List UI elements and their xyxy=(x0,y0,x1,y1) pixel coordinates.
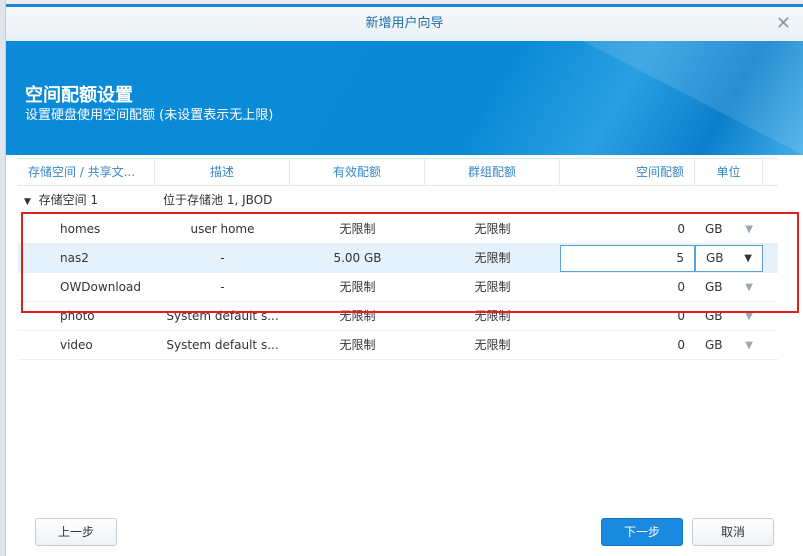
share-description: - xyxy=(220,280,225,294)
share-name: homes xyxy=(60,222,101,236)
table-header: 存储空间 / 共享文... 描述 有效配额 群组配额 空间配额 单位 xyxy=(18,158,778,186)
dialog-titlebar: 新增用户向导 ✕ xyxy=(6,7,803,41)
collapse-triangle-icon[interactable]: ▼ xyxy=(24,197,31,207)
space-quota-input[interactable]: 0 xyxy=(560,331,695,359)
column-header-description[interactable]: 描述 xyxy=(155,159,290,185)
unit-select[interactable]: GB ▼ xyxy=(695,215,763,243)
group-quota: 无限制 xyxy=(474,222,511,236)
column-header-space-quota[interactable]: 空间配额 xyxy=(560,159,695,185)
banner-subtitle: 设置硬盘使用空间配额 (未设置表示无上限) xyxy=(25,108,274,123)
column-header-unit[interactable]: 单位 xyxy=(695,159,763,185)
cancel-button[interactable]: 取消 xyxy=(692,518,774,546)
space-quota-input[interactable]: 0 xyxy=(560,215,695,243)
dropdown-arrow-icon[interactable]: ▼ xyxy=(745,302,753,330)
effective-quota: 无限制 xyxy=(339,222,376,236)
effective-quota: 无限制 xyxy=(339,280,376,294)
unit-value: GB xyxy=(705,222,723,236)
space-quota-input[interactable]: 0 xyxy=(560,302,695,330)
table-row[interactable]: homes user home 无限制 无限制 0 GB ▼ xyxy=(18,215,778,244)
unit-value: GB xyxy=(706,251,724,265)
space-quota-input[interactable]: 5 xyxy=(560,245,695,272)
dialog-title: 新增用户向导 xyxy=(365,16,444,31)
effective-quota: 无限制 xyxy=(339,338,376,352)
unit-select[interactable]: GB ▼ xyxy=(695,331,763,359)
quota-table: 存储空间 / 共享文... 描述 有效配额 群组配额 空间配额 单位 ▼ 存储空… xyxy=(18,158,778,360)
space-quota-input[interactable]: 0 xyxy=(560,273,695,301)
dropdown-arrow-icon[interactable]: ▼ xyxy=(745,331,753,359)
share-description: - xyxy=(220,251,225,265)
previous-button[interactable]: 上一步 xyxy=(35,518,117,546)
share-name: photo xyxy=(60,309,95,323)
share-description: System default s... xyxy=(166,309,279,323)
unit-value: GB xyxy=(705,309,723,323)
banner-decoration xyxy=(583,41,803,155)
share-name: OWDownload xyxy=(60,280,141,294)
group-quota: 无限制 xyxy=(474,280,511,294)
close-icon[interactable]: ✕ xyxy=(776,7,791,41)
column-header-effective-quota[interactable]: 有效配额 xyxy=(290,159,425,185)
header-banner: 空间配额设置 设置硬盘使用空间配额 (未设置表示无上限) xyxy=(6,41,803,155)
table-row[interactable]: photo System default s... 无限制 无限制 0 GB ▼ xyxy=(18,302,778,331)
table-row[interactable]: video System default s... 无限制 无限制 0 GB ▼ xyxy=(18,331,778,360)
volume-description: 位于存储池 1, JBOD xyxy=(163,193,273,207)
volume-name: 存储空间 1 xyxy=(38,193,99,207)
group-quota: 无限制 xyxy=(474,338,511,352)
dropdown-arrow-icon[interactable]: ▼ xyxy=(745,273,753,301)
volume-group-row[interactable]: ▼ 存储空间 1 位于存储池 1, JBOD xyxy=(18,186,778,215)
unit-value: GB xyxy=(705,338,723,352)
unit-select[interactable]: GB ▼ xyxy=(695,273,763,301)
column-header-volume[interactable]: 存储空间 / 共享文... xyxy=(18,159,155,185)
dropdown-arrow-icon[interactable]: ▼ xyxy=(744,246,752,271)
effective-quota: 无限制 xyxy=(339,309,376,323)
share-name: nas2 xyxy=(60,251,89,265)
unit-value: GB xyxy=(705,280,723,294)
table-row[interactable]: nas2 - 5.00 GB 无限制 5 GB ▼ xyxy=(18,244,778,273)
unit-select[interactable]: GB ▼ xyxy=(695,245,763,272)
next-button[interactable]: 下一步 xyxy=(601,518,683,546)
share-name: video xyxy=(60,338,93,352)
column-header-group-quota[interactable]: 群组配额 xyxy=(425,159,560,185)
share-description: user home xyxy=(190,222,255,236)
effective-quota: 5.00 GB xyxy=(333,251,382,265)
share-description: System default s... xyxy=(166,338,279,352)
group-quota: 无限制 xyxy=(474,309,511,323)
table-row[interactable]: OWDownload - 无限制 无限制 0 GB ▼ xyxy=(18,273,778,302)
unit-select[interactable]: GB ▼ xyxy=(695,302,763,330)
group-quota: 无限制 xyxy=(474,251,511,265)
dropdown-arrow-icon[interactable]: ▼ xyxy=(745,215,753,243)
